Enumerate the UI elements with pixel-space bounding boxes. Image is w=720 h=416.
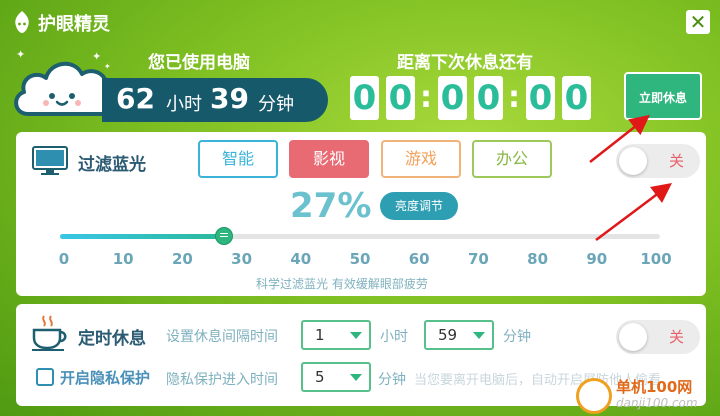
app-title: 护眼精灵	[38, 14, 110, 35]
timed-rest-toggle[interactable]: 关	[616, 320, 700, 354]
slider-tick-label: 10	[112, 250, 134, 268]
countdown-separator: :	[508, 80, 520, 115]
app-logo-icon	[15, 11, 29, 33]
coffee-cup-icon	[32, 315, 67, 351]
usage-label: 您已使用电脑	[148, 53, 250, 73]
filter-percentage: 27%	[290, 186, 372, 226]
toggle-state-label: 关	[668, 328, 684, 346]
sparkle-icon: ✦	[104, 62, 111, 71]
slider-tick-label: 100	[640, 250, 672, 268]
sparkle-icon: ✦	[16, 48, 26, 61]
countdown-label: 距离下次休息还有	[397, 53, 533, 73]
chevron-down-icon	[350, 374, 362, 381]
countdown-digit: 0	[386, 76, 415, 120]
watermark-name: 单机100网	[616, 378, 693, 396]
usage-minutes-unit: 分钟	[258, 94, 294, 115]
usage-hours-unit: 小时	[166, 94, 202, 115]
filter-slider-fill	[60, 234, 224, 239]
countdown-digit: 0	[350, 76, 379, 120]
toggle-state-label: 关	[668, 152, 684, 170]
slider-tick-label: 50	[349, 250, 371, 268]
countdown-digit: 0	[526, 76, 555, 120]
privacy-minutes-value: 5	[315, 368, 325, 386]
monitor-icon	[32, 146, 68, 175]
watermark-url: danji100.com	[616, 396, 698, 410]
slider-tick-label: 0	[58, 250, 70, 268]
mode-movie-button[interactable]: 影视	[289, 140, 369, 178]
rest-minutes-select[interactable]: 59	[424, 320, 494, 350]
mode-game-button[interactable]: 游戏	[381, 140, 461, 178]
toggle-knob	[619, 147, 647, 175]
rest-hours-select[interactable]: 1	[301, 320, 371, 350]
slider-tick-label: 30	[231, 250, 253, 268]
privacy-checkbox[interactable]	[36, 368, 54, 386]
slider-tick-label: 80	[527, 250, 549, 268]
slider-tick-label: 90	[586, 250, 608, 268]
watermark-logo-icon	[576, 378, 612, 414]
blue-light-filter-panel: 过滤蓝光 智能 影视 游戏 办公 关 27% 亮度调节 0 10 20 30 40 50 6…	[16, 132, 706, 296]
mode-smart-button[interactable]: 智能	[198, 140, 278, 178]
slider-tick-label: 40	[290, 250, 312, 268]
sparkle-icon: ✦	[92, 50, 102, 63]
rest-interval-label: 设置休息间隔时间	[166, 329, 278, 345]
filter-slider-handle[interactable]	[214, 227, 233, 245]
privacy-minutes-select[interactable]: 5	[301, 362, 371, 392]
rest-hours-value: 1	[315, 326, 325, 344]
privacy-minutes-unit: 分钟	[378, 372, 406, 388]
timed-rest-title: 定时休息	[78, 329, 146, 349]
usage-display: 62 小时 39 分钟	[102, 78, 328, 122]
filter-slider-track[interactable]	[60, 227, 660, 245]
usage-hours: 62	[116, 82, 155, 115]
chevron-down-icon	[350, 332, 362, 339]
usage-minutes: 39	[210, 82, 249, 115]
slider-tick-label: 70	[467, 250, 489, 268]
countdown-separator: :	[420, 80, 432, 115]
site-watermark: 单机100网 danji100.com	[570, 374, 720, 416]
countdown-digit: 0	[474, 76, 503, 120]
rest-now-button[interactable]: 立即休息	[624, 72, 702, 120]
chevron-down-icon	[473, 332, 485, 339]
blue-light-toggle[interactable]: 关	[616, 144, 700, 178]
privacy-time-label: 隐私保护进入时间	[166, 372, 278, 388]
toggle-knob	[619, 323, 647, 351]
mode-office-button[interactable]: 办公	[472, 140, 552, 178]
title-bar: 护眼精灵 ✕	[0, 0, 720, 44]
countdown-digit: 0	[562, 76, 591, 120]
blue-light-filter-title: 过滤蓝光	[78, 155, 146, 175]
close-button[interactable]: ✕	[686, 10, 710, 34]
rest-minutes-unit: 分钟	[503, 329, 531, 345]
rest-hours-unit: 小时	[380, 329, 408, 345]
slider-tick-label: 20	[171, 250, 193, 268]
rest-minutes-value: 59	[438, 326, 458, 344]
brightness-adjust-button[interactable]: 亮度调节	[380, 192, 458, 220]
filter-note: 科学过滤蓝光 有效缓解眼部疲劳	[256, 277, 428, 291]
privacy-label: 开启隐私保护	[60, 369, 151, 387]
slider-tick-label: 60	[408, 250, 430, 268]
countdown-digit: 0	[438, 76, 467, 120]
